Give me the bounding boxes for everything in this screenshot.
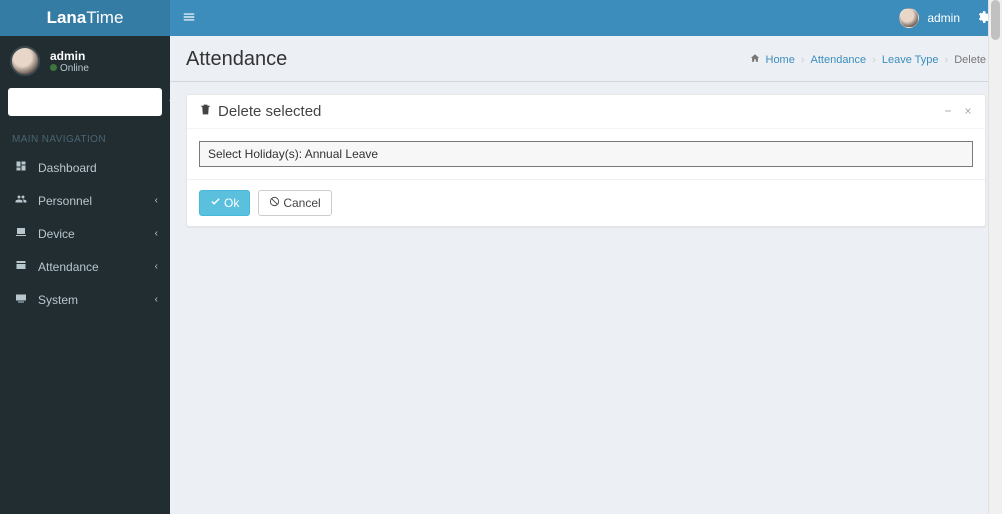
trash-icon	[199, 103, 212, 120]
chevron-left-icon: ‹	[155, 228, 158, 239]
cancel-button[interactable]: Cancel	[258, 190, 331, 216]
scrollbar-thumb[interactable]	[991, 0, 1000, 40]
panel-body: Select Holiday(s): Annual Leave	[187, 129, 985, 179]
panel-tools	[943, 105, 973, 119]
sidebar-item-label: Personnel	[38, 194, 155, 208]
content: Delete selected Select Holiday(s): Annua…	[170, 82, 1002, 239]
main-area: admin Attendance Home › Attendance › Lea…	[170, 0, 1002, 514]
sidebar-nav: Dashboard Personnel ‹ Device ‹	[0, 151, 170, 316]
scrollbar[interactable]	[988, 0, 1002, 514]
hamburger-icon[interactable]	[182, 10, 196, 27]
sidebar-item-label: Attendance	[38, 260, 155, 274]
ban-icon	[269, 196, 280, 210]
breadcrumb-current: Delete	[954, 54, 986, 66]
panel-header: Delete selected	[187, 95, 985, 129]
search-input[interactable]	[14, 95, 169, 109]
avatar	[899, 8, 919, 28]
page-title: Attendance	[186, 48, 287, 71]
chevron-left-icon: ‹	[155, 195, 158, 206]
ok-button[interactable]: Ok	[199, 190, 250, 216]
sidebar-user-name: admin	[50, 49, 89, 63]
topbar: admin	[170, 0, 1002, 36]
online-dot-icon	[50, 64, 57, 71]
sidebar-item-dashboard[interactable]: Dashboard	[0, 151, 170, 184]
sidebar-item-attendance[interactable]: Attendance ‹	[0, 250, 170, 283]
brand-prefix: Lana	[47, 8, 87, 27]
selected-items-field: Select Holiday(s): Annual Leave	[199, 141, 973, 167]
device-icon	[12, 226, 30, 241]
home-icon	[750, 54, 763, 66]
breadcrumb-sep: ›	[801, 54, 805, 66]
close-button[interactable]	[963, 105, 973, 119]
sidebar-item-personnel[interactable]: Personnel ‹	[0, 184, 170, 217]
panel-footer: Ok Cancel	[187, 179, 985, 226]
brand-suffix: Time	[86, 8, 123, 27]
content-header: Attendance Home › Attendance › Leave Typ…	[170, 36, 1002, 82]
brand-logo[interactable]: LanaTime	[0, 0, 170, 36]
collapse-button[interactable]	[943, 105, 953, 119]
breadcrumb-leave-type[interactable]: Leave Type	[882, 54, 939, 66]
avatar	[10, 46, 40, 76]
attendance-icon	[12, 259, 30, 274]
breadcrumb-sep: ›	[945, 54, 949, 66]
breadcrumb-sep: ›	[872, 54, 876, 66]
breadcrumb-attendance[interactable]: Attendance	[811, 54, 867, 66]
sidebar-item-label: Device	[38, 227, 155, 241]
system-icon	[12, 292, 30, 307]
chevron-left-icon: ‹	[155, 261, 158, 272]
sidebar-item-label: System	[38, 293, 155, 307]
sidebar-user-panel: admin Online	[0, 36, 170, 88]
check-icon	[210, 196, 221, 210]
breadcrumb: Home › Attendance › Leave Type › Delete	[750, 53, 986, 66]
panel-delete-selected: Delete selected Select Holiday(s): Annua…	[186, 94, 986, 227]
sidebar-section-header: MAIN NAVIGATION	[0, 124, 170, 151]
sidebar-item-label: Dashboard	[38, 161, 158, 175]
topbar-user-menu[interactable]: admin	[899, 8, 960, 28]
chevron-left-icon: ‹	[155, 294, 158, 305]
topbar-user-name: admin	[927, 11, 960, 25]
sidebar-item-device[interactable]: Device ‹	[0, 217, 170, 250]
sidebar-search: ▾	[0, 88, 170, 124]
sidebar: LanaTime admin Online ▾ MAIN NAVIGATION	[0, 0, 170, 514]
sidebar-user-status: Online	[50, 63, 89, 74]
dashboard-icon	[12, 160, 30, 175]
panel-title: Delete selected	[199, 103, 321, 120]
search-select[interactable]: ▾	[8, 88, 162, 116]
breadcrumb-home[interactable]: Home	[750, 53, 794, 66]
sidebar-item-system[interactable]: System ‹	[0, 283, 170, 316]
users-icon	[12, 193, 30, 208]
